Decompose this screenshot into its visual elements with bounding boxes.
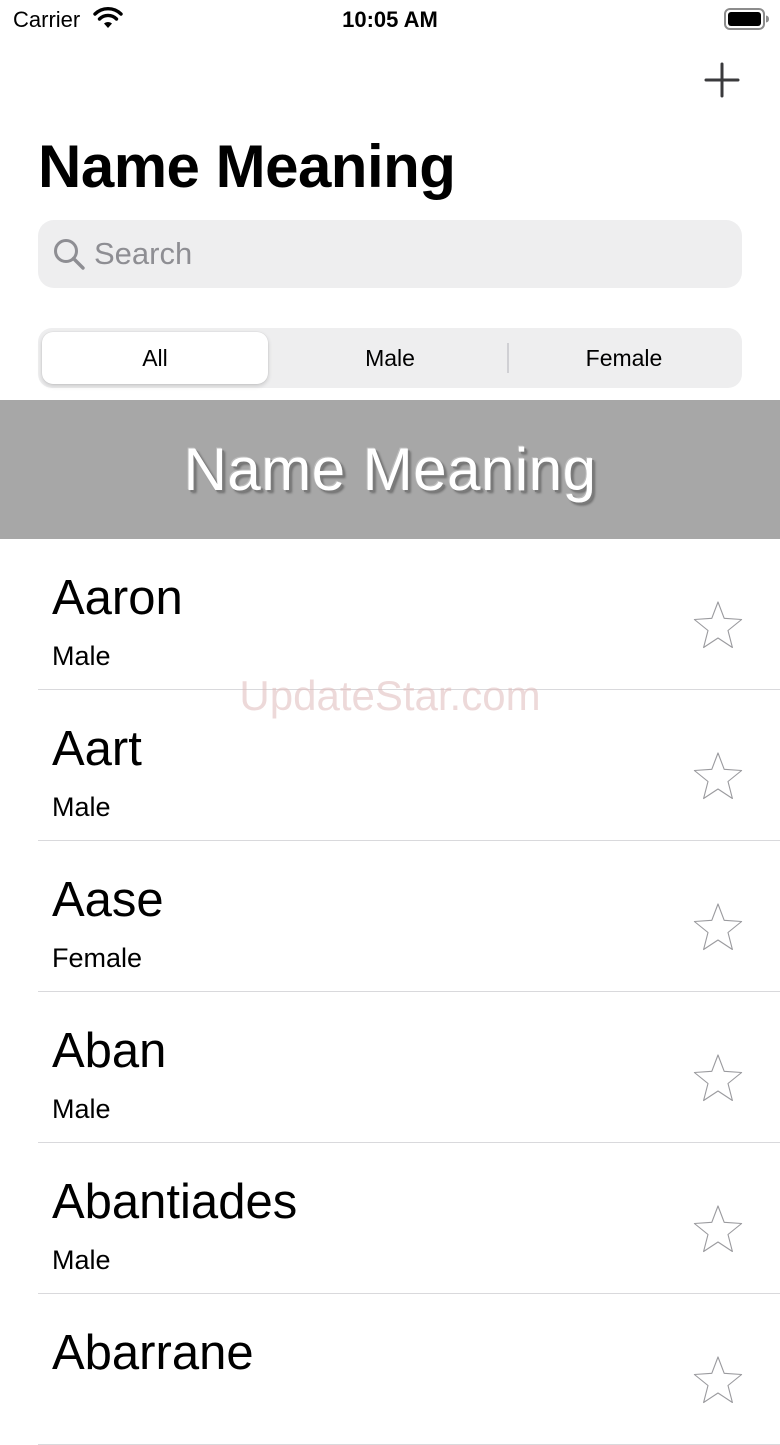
item-name: Abarrane [52,1326,254,1380]
search-icon [54,239,85,270]
star-icon[interactable] [693,1355,743,1405]
item-gender: Female [52,943,143,973]
status-bar: Carrier 10:05 AM [0,0,780,40]
star-icon[interactable] [693,751,743,801]
segment-all-label: All [142,344,168,371]
star-icon[interactable] [693,1053,743,1103]
battery-icon [724,8,769,30]
item-name: Aaron [52,571,183,625]
add-button[interactable] [700,58,744,102]
search-bar[interactable] [38,220,742,288]
item-name: Aban [52,1024,167,1078]
segment-male-label: Male [365,344,415,371]
list-item[interactable]: Abantiades Male [38,1143,780,1294]
page-title: Name Meaning [38,133,456,200]
item-name: Aart [52,722,142,776]
gender-filter-segmented-control: All Male Female [38,328,742,388]
list-item[interactable]: Abarrane [38,1294,780,1445]
clock: 10:05 AM [342,7,438,32]
segment-male[interactable]: Male [274,332,506,384]
star-icon[interactable] [693,600,743,650]
item-name: Aase [52,873,164,927]
banner-title: Name Meaning [183,436,597,503]
segment-all[interactable]: All [42,332,268,384]
segment-female-label: Female [585,344,663,371]
item-gender: Male [52,1245,111,1275]
list-item[interactable]: Aase Female [38,841,780,992]
star-icon[interactable] [693,902,743,952]
item-gender: Male [52,1094,111,1124]
list-item[interactable]: Aart Male [38,690,780,841]
name-list: Aaron Male Aart Male Aase Female Aban Ma… [0,539,780,1445]
segment-female[interactable]: Female [510,332,738,384]
plus-icon [704,62,740,98]
star-icon[interactable] [693,1204,743,1254]
list-item[interactable]: Aaron Male [38,539,780,690]
item-gender: Male [52,792,111,822]
banner: Name Meaning [0,400,780,539]
list-item[interactable]: Aban Male [38,992,780,1143]
search-input[interactable] [94,220,724,288]
item-gender: Male [52,641,111,671]
item-name: Abantiades [52,1175,298,1229]
segment-divider [507,343,509,373]
